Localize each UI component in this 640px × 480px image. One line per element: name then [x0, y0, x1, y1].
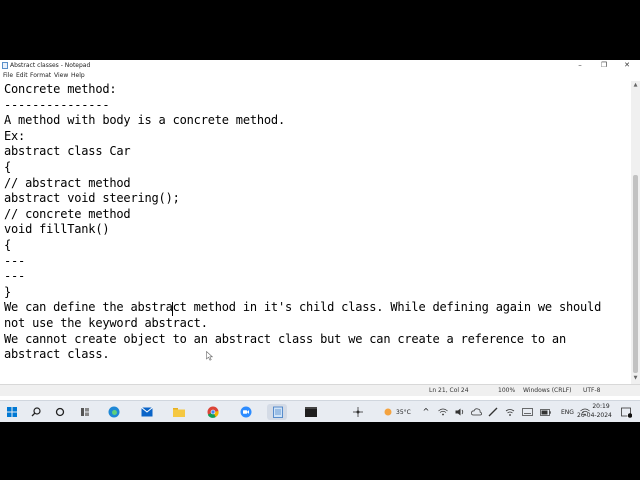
editor-line: void fillTank() — [4, 222, 110, 237]
scrollbar-thumb[interactable] — [633, 175, 638, 373]
cursor-position: Ln 21, Col 24 — [429, 387, 469, 394]
line-ending: Windows (CRLF) — [523, 387, 572, 394]
weather-icon[interactable] — [381, 405, 395, 419]
mouse-pointer-icon — [206, 351, 213, 361]
edge-icon[interactable] — [107, 405, 121, 419]
vertical-scrollbar[interactable]: ▲ ▼ — [631, 81, 640, 384]
menu-file[interactable]: File — [3, 72, 13, 80]
close-button[interactable]: ✕ — [617, 60, 637, 71]
chevron-up-icon[interactable]: ^ — [419, 405, 433, 419]
text-cursor — [172, 302, 173, 316]
encoding: UTF-8 — [583, 387, 601, 394]
battery-icon[interactable] — [538, 405, 552, 419]
desktop-screen: Abstract classes - Notepad – ❐ ✕ File Ed… — [0, 60, 640, 422]
menu-bar: File Edit Format View Help — [0, 71, 640, 81]
zoom-level: 100% — [498, 387, 516, 394]
taskbar: 35°C ^ ENG 20:19 26-04-2024 1 — [0, 400, 640, 422]
menu-view[interactable]: View — [54, 72, 68, 80]
maximize-button[interactable]: ❐ — [594, 60, 614, 71]
status-bar: Ln 21, Col 24 100% Windows (CRLF) UTF-8 — [0, 384, 640, 396]
editor-line: --------------- — [4, 97, 110, 112]
editor-line: abstract void steering(); — [4, 191, 180, 206]
task-view-icon[interactable] — [53, 405, 67, 419]
editor-line: { — [4, 238, 12, 252]
wifi-signal-icon[interactable] — [503, 405, 517, 419]
search-icon[interactable] — [29, 405, 43, 419]
menu-help[interactable]: Help — [71, 72, 85, 80]
file-explorer-icon[interactable] — [172, 405, 186, 419]
notification-count: 1 — [626, 414, 630, 420]
editor-line: Concrete method: — [4, 82, 117, 96]
clock-time[interactable]: 20:19 — [587, 403, 615, 410]
editor-line: { — [4, 160, 12, 174]
editor-line: Ex: — [4, 128, 26, 143]
menu-edit[interactable]: Edit — [16, 72, 28, 80]
editor-line: --- — [4, 253, 26, 268]
notepad-icon[interactable] — [271, 405, 285, 419]
editor-line: not use the keyword abstract. — [4, 316, 208, 330]
editor-line: abstract class Car — [4, 144, 131, 159]
keyboard-icon[interactable] — [520, 405, 534, 419]
mail-icon[interactable] — [140, 405, 154, 419]
zoom-icon[interactable] — [239, 405, 253, 419]
clock-date[interactable]: 26-04-2024 — [577, 412, 612, 419]
menu-format[interactable]: Format — [30, 72, 51, 80]
scroll-up-arrow-icon[interactable]: ▲ — [632, 82, 639, 89]
scroll-down-arrow-icon[interactable]: ▼ — [632, 375, 639, 382]
notepad-app-icon — [2, 62, 8, 69]
editor-line: // abstract method — [4, 175, 131, 190]
terminal-icon[interactable] — [304, 405, 318, 419]
minimize-button[interactable]: – — [570, 60, 590, 71]
window-title: Abstract classes - Notepad — [10, 62, 91, 69]
editor-line: A method with body is a concrete method. — [4, 113, 285, 128]
weather-temperature[interactable]: 35°C — [396, 409, 411, 416]
title-bar: Abstract classes - Notepad – ❐ ✕ — [0, 60, 640, 71]
windows-start-icon[interactable] — [5, 405, 19, 419]
text-editor[interactable]: Concrete method: --------------- A metho… — [0, 81, 631, 384]
editor-line: } — [4, 284, 12, 299]
editor-line: --- — [4, 269, 26, 284]
editor-line: We can define the abstract method in it'… — [4, 300, 602, 315]
language-indicator[interactable]: ENG — [561, 409, 574, 416]
pen-icon[interactable] — [486, 405, 500, 419]
network-share-icon[interactable] — [351, 405, 365, 419]
wifi-icon[interactable] — [436, 405, 450, 419]
editor-line: // concrete method — [4, 206, 131, 221]
widgets-icon[interactable] — [78, 405, 92, 419]
editor-line: abstract class. — [4, 347, 110, 362]
chrome-icon[interactable] — [206, 405, 220, 419]
editor-line: We cannot create object to an abstract c… — [4, 331, 566, 346]
speaker-icon[interactable] — [453, 405, 467, 419]
cloud-icon[interactable] — [469, 405, 483, 419]
